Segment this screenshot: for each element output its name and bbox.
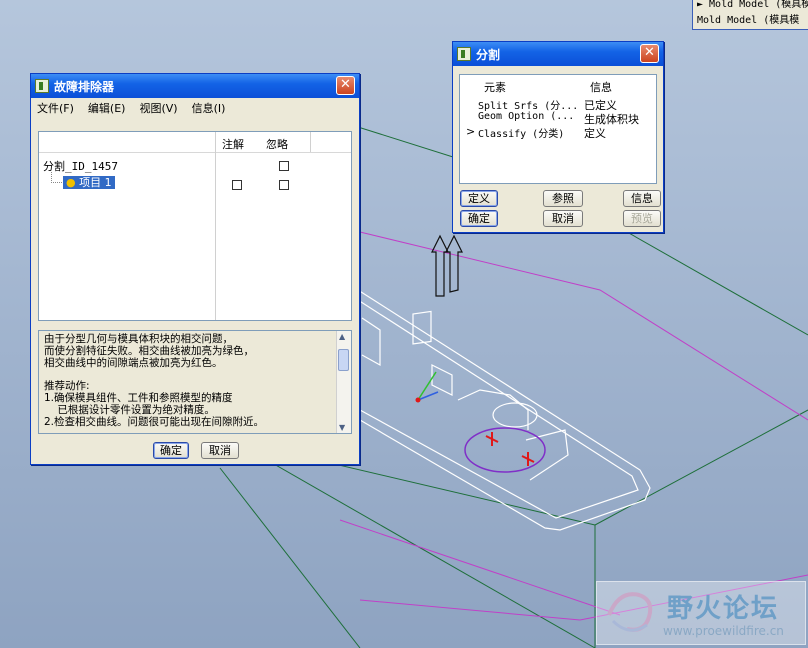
split-titlebar[interactable]: 分割 ✕ — [453, 42, 663, 66]
message-line: 2.检查相交曲线。问题很可能出现在间隙附近。 — [44, 415, 265, 428]
message-line: 已根据设计零件设置为绝对精度。 — [44, 403, 215, 416]
menu-edit[interactable]: 编辑(E) — [88, 100, 126, 116]
model-tree-fragment: ► Mold Model (模具模 Mold Model (模具模 — [692, 0, 808, 30]
message-line: 而使分割特征失败。相交曲线被加亮为绿色， — [44, 344, 254, 357]
info-button[interactable]: 信息 — [623, 190, 661, 207]
app-icon — [457, 47, 471, 61]
element-name: Geom Option (... — [478, 111, 575, 122]
menu-info[interactable]: 信息(I) — [192, 100, 226, 116]
split-dialog: 分割 ✕ 元素 信息 Split Srfs (分... 已定义 Geom Opt… — [452, 41, 664, 233]
message-panel: 由于分型几何与模具体积块的相交问题， 而使分割特征失败。相交曲线被加亮为绿色， … — [38, 330, 352, 434]
ignore-checkbox-child[interactable] — [279, 180, 289, 190]
tree-node-icon: ● — [66, 176, 76, 189]
menu-file[interactable]: 文件(F) — [37, 100, 74, 116]
troubleshooter-titlebar[interactable]: 故障排除器 ✕ — [31, 74, 359, 98]
column-header-note[interactable]: 注解 — [222, 136, 244, 152]
split-ok-button[interactable]: 确定 — [460, 210, 498, 227]
model-tree-line-2[interactable]: Mold Model (模具模 — [697, 11, 799, 26]
element-name: Classify (分类) — [478, 129, 565, 140]
element-row[interactable]: Geom Option (... 生成体积块 — [464, 111, 654, 126]
close-icon[interactable]: ✕ — [336, 76, 355, 95]
part-wireframe — [357, 289, 651, 531]
tree-child-item[interactable]: ● 项目 1 — [63, 176, 115, 189]
troubleshooter-title: 故障排除器 — [54, 79, 115, 94]
message-scrollbar[interactable]: ▲ ▼ — [336, 331, 351, 433]
intersection-curve — [464, 427, 546, 473]
element-list: 元素 信息 Split Srfs (分... 已定义 Geom Option (… — [459, 74, 657, 184]
define-button[interactable]: 定义 — [460, 190, 498, 207]
tree-child-label: 项目 1 — [79, 176, 112, 189]
forum-watermark: 野火论坛 www.proewildfire.cn — [596, 581, 806, 645]
element-info: 定义 — [584, 127, 606, 140]
element-row[interactable]: > Classify (分类) 定义 — [464, 125, 654, 140]
watermark-url: www.proewildfire.cn — [663, 624, 784, 638]
arrow-up-icon — [431, 234, 463, 297]
troubleshooter-cancel-button[interactable]: 取消 — [201, 442, 239, 459]
preview-button[interactable]: 预览 — [623, 210, 661, 227]
split-title: 分割 — [476, 47, 501, 62]
column-header-ignore[interactable]: 忽略 — [266, 136, 288, 152]
scrollbar-grip-icon[interactable] — [338, 349, 349, 371]
troubleshooter-window: 故障排除器 ✕ 文件(F) 编辑(E) 视图(V) 信息(I) 注解 忽略 分割… — [30, 73, 360, 465]
troubleshooter-ok-button[interactable]: 确定 — [153, 442, 189, 459]
tree-connector — [51, 172, 62, 183]
close-icon[interactable]: ✕ — [640, 44, 659, 63]
element-row[interactable]: Split Srfs (分... 已定义 — [464, 97, 654, 112]
message-line: 相交曲线中的间隙端点被加亮为红色。 — [44, 356, 223, 369]
column-header-element[interactable]: 元素 — [484, 79, 506, 95]
message-line: 1.确保模具组件、工件和参照模型的精度 — [44, 391, 233, 404]
model-tree-line-1[interactable]: ► Mold Model (模具模 — [697, 0, 808, 10]
issue-tree-panel: 注解 忽略 分割_ID_1457 ● 项目 1 — [38, 131, 352, 321]
reference-button[interactable]: 参照 — [543, 190, 583, 207]
column-header-info[interactable]: 信息 — [590, 79, 612, 95]
watermark-name: 野火论坛 — [667, 594, 780, 624]
split-cancel-button[interactable]: 取消 — [543, 210, 583, 227]
parting-surface-outline — [339, 231, 808, 621]
ignore-checkbox-root[interactable] — [279, 161, 289, 171]
menu-view[interactable]: 视图(V) — [139, 100, 177, 116]
troubleshooter-menubar: 文件(F) 编辑(E) 视图(V) 信息(I) — [31, 98, 359, 118]
element-name: Split Srfs (分... — [478, 101, 579, 112]
app-icon — [35, 79, 49, 93]
watermark-logo-icon — [607, 592, 653, 632]
note-checkbox-child[interactable] — [232, 180, 242, 190]
coordinate-axes-icon — [415, 371, 439, 403]
gap-end-markers — [485, 432, 535, 466]
message-text: 由于分型几何与模具体积块的相交问题， 而使分割特征失败。相交曲线被加亮为绿色， … — [44, 333, 334, 428]
